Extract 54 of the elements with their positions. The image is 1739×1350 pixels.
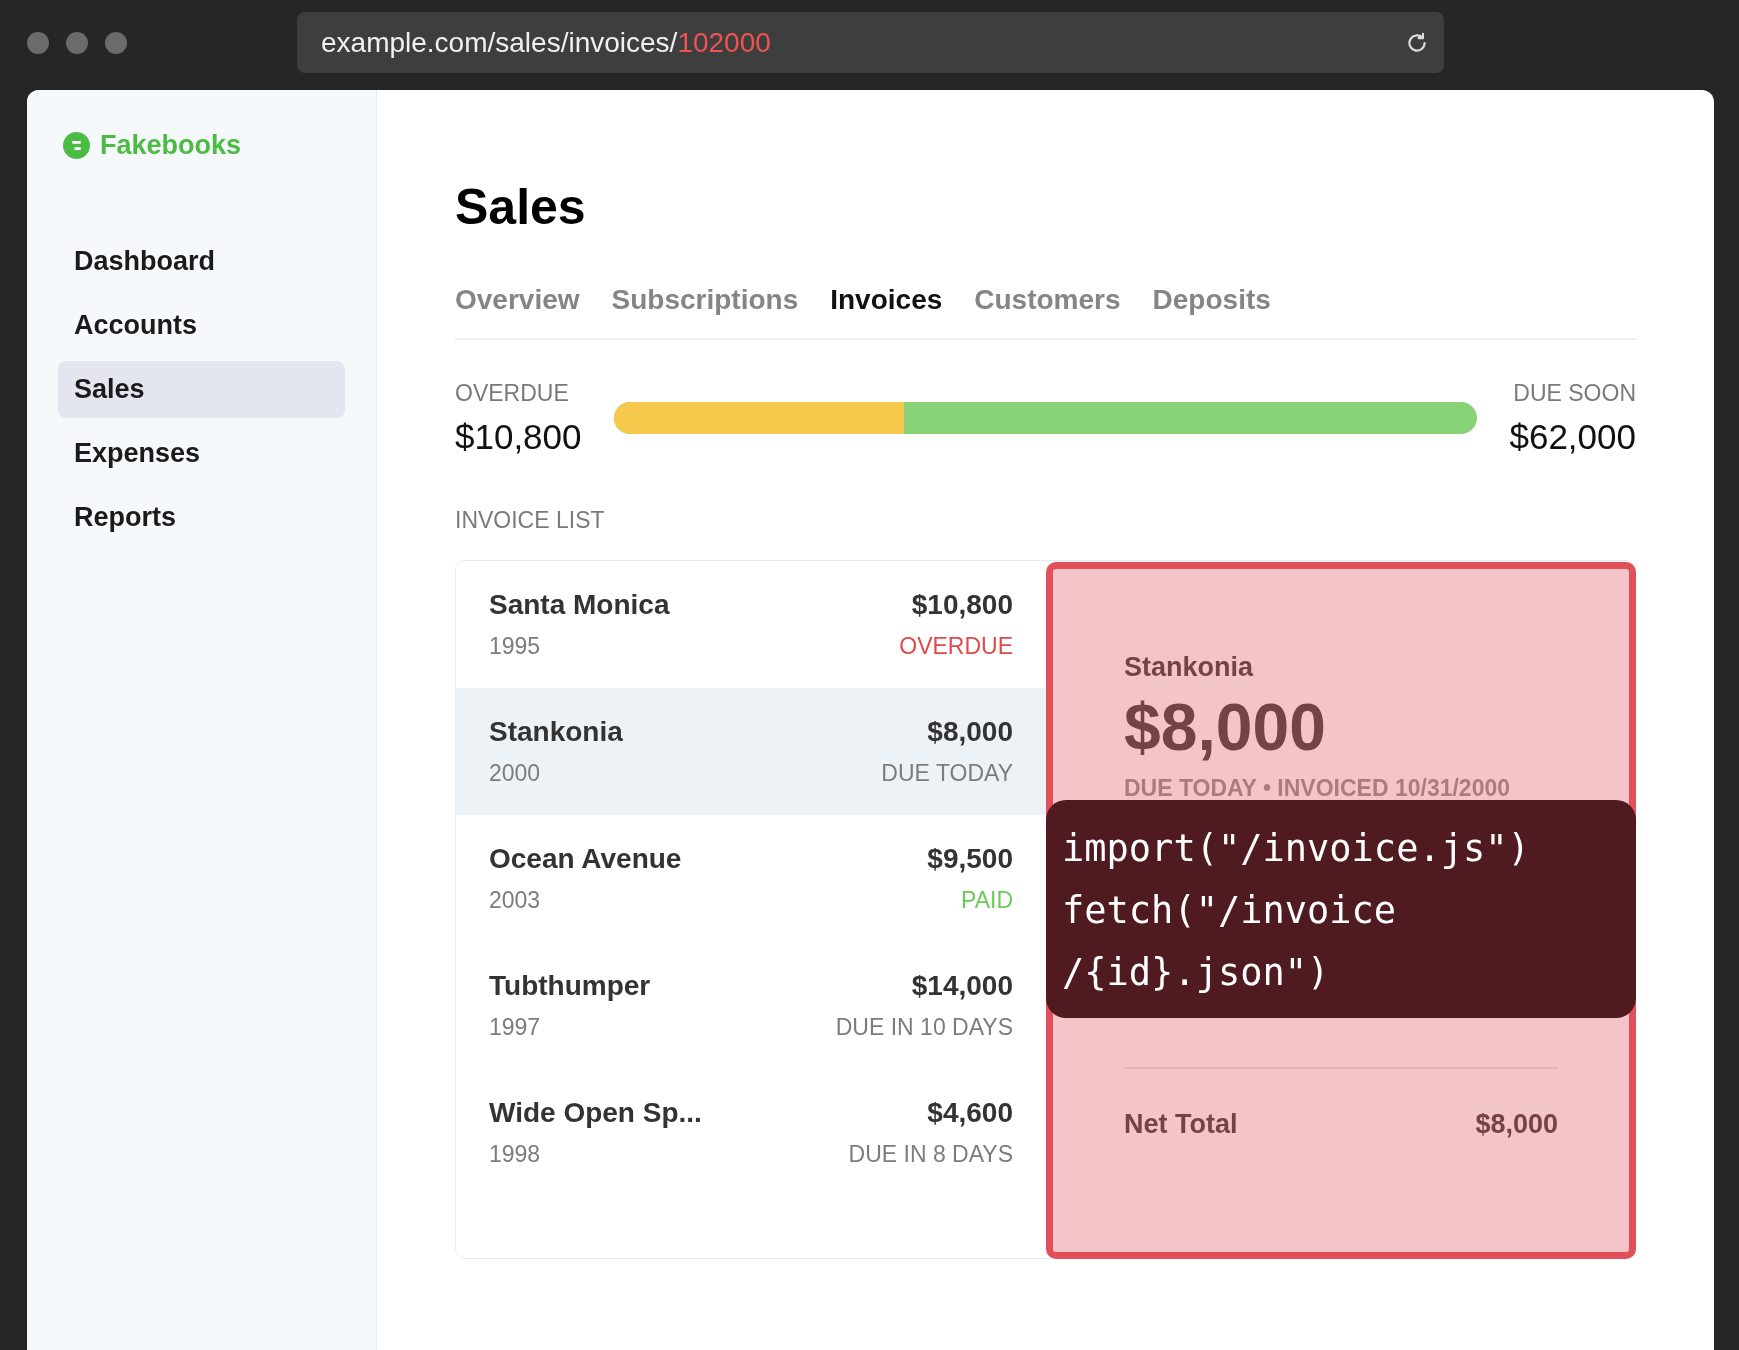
overdue-amount: $10,800	[455, 417, 582, 457]
invoice-year: 2000	[489, 760, 542, 787]
window-control-icon[interactable]	[105, 32, 127, 54]
customer-name: Wide Open Sp...	[489, 1097, 702, 1129]
logo-icon	[63, 132, 90, 159]
sidebar-item[interactable]: Reports	[58, 489, 345, 546]
tab[interactable]: Customers	[974, 284, 1121, 316]
invoice-row[interactable]: Wide Open Sp... 1998 $4,600 DUE IN 8 DAYS	[456, 1069, 1046, 1196]
code-line: fetch("/invoice	[1062, 888, 1397, 934]
customer-name: Ocean Avenue	[489, 843, 682, 875]
address-bar[interactable]: example.com/sales/invoices/102000	[297, 12, 1444, 73]
customer-name: Stankonia	[489, 716, 623, 748]
code-line: /{id}.json")	[1062, 950, 1330, 996]
window-control-icon[interactable]	[66, 32, 88, 54]
invoice-status: PAID	[961, 887, 1013, 914]
invoice-row[interactable]: Santa Monica 1995 $10,800 OVERDUE	[456, 561, 1046, 688]
page-title: Sales	[455, 178, 586, 236]
invoice-status: DUE IN 8 DAYS	[848, 1141, 1013, 1168]
invoice-status: DUE IN 10 DAYS	[835, 1014, 1013, 1041]
tab[interactable]: Overview	[455, 284, 580, 316]
section-heading: INVOICE LIST	[455, 507, 605, 534]
tab[interactable]: Subscriptions	[611, 284, 799, 316]
invoice-year: 1997	[489, 1014, 542, 1041]
invoice-amount: $8,000	[927, 716, 1013, 748]
invoice-status: DUE TODAY	[881, 760, 1013, 787]
detail-amount: $8,000	[1124, 689, 1326, 765]
customer-name: Santa Monica	[489, 589, 670, 621]
sidebar-item[interactable]: Accounts	[58, 297, 345, 354]
invoice-amount: $10,800	[911, 589, 1013, 621]
tab[interactable]: Deposits	[1152, 284, 1271, 316]
detail-meta: DUE TODAY • INVOICED 10/31/2000	[1124, 775, 1511, 802]
total-label: Net Total	[1124, 1109, 1238, 1140]
invoice-year: 1995	[489, 633, 542, 660]
sidebar-item[interactable]: Dashboard	[58, 233, 345, 290]
sidebar-item[interactable]: Sales	[58, 361, 345, 418]
invoice-amount: $14,000	[911, 970, 1013, 1002]
invoice-row[interactable]: Tubthumper 1997 $14,000 DUE IN 10 DAYS	[456, 942, 1046, 1069]
window-control-icon[interactable]	[27, 32, 49, 54]
overdue-label: OVERDUE	[455, 380, 570, 407]
detail-customer: Stankonia	[1124, 652, 1254, 683]
invoice-amount: $9,500	[927, 843, 1013, 875]
due-soon-amount: $62,000	[1509, 417, 1636, 457]
due-soon-label: DUE SOON	[1513, 380, 1636, 407]
sidebar-item[interactable]: Expenses	[58, 425, 345, 482]
invoice-status: OVERDUE	[899, 633, 1013, 660]
invoice-year: 1998	[489, 1141, 542, 1168]
code-line: import("/invoice.js")	[1062, 826, 1530, 872]
tab[interactable]: Invoices	[830, 284, 943, 316]
invoice-year: 2003	[489, 887, 542, 914]
invoice-amount: $4,600	[927, 1097, 1013, 1129]
invoice-row[interactable]: Stankonia 2000 $8,000 DUE TODAY	[456, 688, 1046, 815]
invoice-row[interactable]: Ocean Avenue 2003 $9,500 PAID	[456, 815, 1046, 942]
customer-name: Tubthumper	[489, 970, 651, 1002]
total-amount: $8,000	[1475, 1109, 1558, 1140]
